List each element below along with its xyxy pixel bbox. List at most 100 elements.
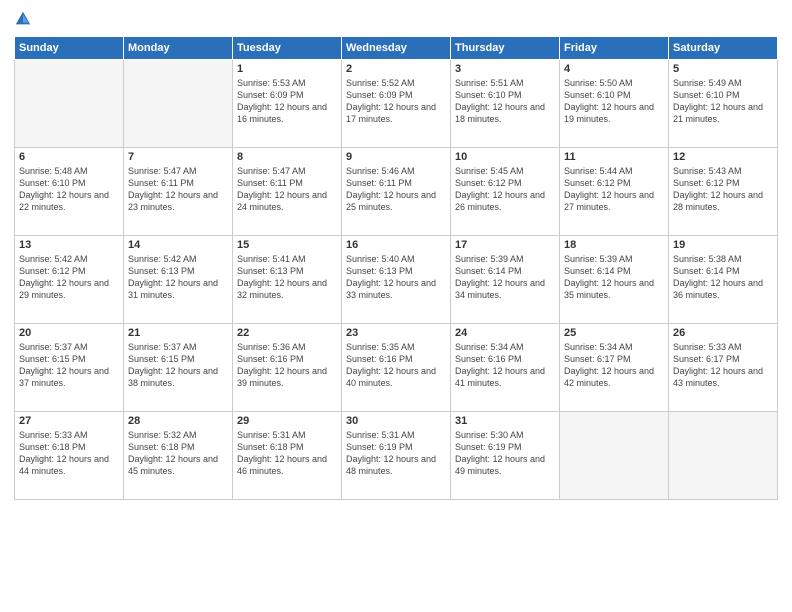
weekday-friday: Friday — [560, 37, 669, 60]
day-number: 20 — [19, 327, 119, 339]
calendar-body: 1 Sunrise: 5:53 AM Sunset: 6:09 PM Daylig… — [15, 60, 778, 500]
cell-info: Sunrise: 5:33 AM Sunset: 6:18 PM Dayligh… — [19, 429, 119, 478]
day-number: 30 — [346, 415, 446, 427]
week-row-1: 6 Sunrise: 5:48 AM Sunset: 6:10 PM Daylig… — [15, 148, 778, 236]
calendar-cell: 21 Sunrise: 5:37 AM Sunset: 6:15 PM Dayli… — [124, 324, 233, 412]
calendar-cell: 26 Sunrise: 5:33 AM Sunset: 6:17 PM Dayli… — [669, 324, 778, 412]
calendar-cell: 28 Sunrise: 5:32 AM Sunset: 6:18 PM Dayli… — [124, 412, 233, 500]
cell-info: Sunrise: 5:46 AM Sunset: 6:11 PM Dayligh… — [346, 165, 446, 214]
logo-icon — [14, 10, 32, 28]
calendar-cell: 27 Sunrise: 5:33 AM Sunset: 6:18 PM Dayli… — [15, 412, 124, 500]
day-number: 19 — [673, 239, 773, 251]
day-number: 5 — [673, 63, 773, 75]
calendar-cell: 5Sunrise: 5:49 AM Sunset: 6:10 PM Daylig… — [669, 60, 778, 148]
calendar-cell: 9Sunrise: 5:46 AM Sunset: 6:11 PM Daylig… — [342, 148, 451, 236]
calendar-cell: 20 Sunrise: 5:37 AM Sunset: 6:15 PM Dayli… — [15, 324, 124, 412]
day-number: 3 — [455, 63, 555, 75]
calendar-cell: 14 Sunrise: 5:42 AM Sunset: 6:13 PM Dayli… — [124, 236, 233, 324]
cell-info: Sunrise: 5:42 AM Sunset: 6:12 PM Dayligh… — [19, 253, 119, 302]
week-row-3: 20 Sunrise: 5:37 AM Sunset: 6:15 PM Dayli… — [15, 324, 778, 412]
weekday-monday: Monday — [124, 37, 233, 60]
day-number: 2 — [346, 63, 446, 75]
calendar-cell: 2 Sunrise: 5:52 AM Sunset: 6:09 PM Daylig… — [342, 60, 451, 148]
cell-info: Sunrise: 5:33 AM Sunset: 6:17 PM Dayligh… — [673, 341, 773, 390]
day-number: 21 — [128, 327, 228, 339]
calendar-cell: 17Sunrise: 5:39 AM Sunset: 6:14 PM Dayli… — [451, 236, 560, 324]
cell-info: Sunrise: 5:50 AM Sunset: 6:10 PM Dayligh… — [564, 77, 664, 126]
cell-info: Sunrise: 5:37 AM Sunset: 6:15 PM Dayligh… — [128, 341, 228, 390]
cell-info: Sunrise: 5:38 AM Sunset: 6:14 PM Dayligh… — [673, 253, 773, 302]
day-number: 1 — [237, 63, 337, 75]
day-number: 23 — [346, 327, 446, 339]
day-number: 16 — [346, 239, 446, 251]
weekday-tuesday: Tuesday — [233, 37, 342, 60]
cell-info: Sunrise: 5:32 AM Sunset: 6:18 PM Dayligh… — [128, 429, 228, 478]
cell-info: Sunrise: 5:51 AM Sunset: 6:10 PM Dayligh… — [455, 77, 555, 126]
cell-info: Sunrise: 5:31 AM Sunset: 6:18 PM Dayligh… — [237, 429, 337, 478]
cell-info: Sunrise: 5:36 AM Sunset: 6:16 PM Dayligh… — [237, 341, 337, 390]
weekday-header-row: SundayMondayTuesdayWednesdayThursdayFrid… — [15, 37, 778, 60]
day-number: 26 — [673, 327, 773, 339]
week-row-2: 13Sunrise: 5:42 AM Sunset: 6:12 PM Dayli… — [15, 236, 778, 324]
logo-area — [14, 10, 36, 28]
calendar-cell: 4Sunrise: 5:50 AM Sunset: 6:10 PM Daylig… — [560, 60, 669, 148]
day-number: 24 — [455, 327, 555, 339]
calendar-cell: 15 Sunrise: 5:41 AM Sunset: 6:13 PM Dayli… — [233, 236, 342, 324]
weekday-thursday: Thursday — [451, 37, 560, 60]
day-number: 25 — [564, 327, 664, 339]
cell-info: Sunrise: 5:45 AM Sunset: 6:12 PM Dayligh… — [455, 165, 555, 214]
day-number: 6 — [19, 151, 119, 163]
calendar-cell: 7 Sunrise: 5:47 AM Sunset: 6:11 PM Daylig… — [124, 148, 233, 236]
cell-info: Sunrise: 5:48 AM Sunset: 6:10 PM Dayligh… — [19, 165, 119, 214]
cell-info: Sunrise: 5:47 AM Sunset: 6:11 PM Dayligh… — [128, 165, 228, 214]
cell-info: Sunrise: 5:30 AM Sunset: 6:19 PM Dayligh… — [455, 429, 555, 478]
calendar-cell: 11Sunrise: 5:44 AM Sunset: 6:12 PM Dayli… — [560, 148, 669, 236]
day-number: 7 — [128, 151, 228, 163]
cell-info: Sunrise: 5:47 AM Sunset: 6:11 PM Dayligh… — [237, 165, 337, 214]
calendar-cell: 30 Sunrise: 5:31 AM Sunset: 6:19 PM Dayli… — [342, 412, 451, 500]
cell-info: Sunrise: 5:34 AM Sunset: 6:16 PM Dayligh… — [455, 341, 555, 390]
cell-info: Sunrise: 5:44 AM Sunset: 6:12 PM Dayligh… — [564, 165, 664, 214]
day-number: 14 — [128, 239, 228, 251]
day-number: 29 — [237, 415, 337, 427]
day-number: 22 — [237, 327, 337, 339]
calendar-cell — [560, 412, 669, 500]
calendar-cell: 18Sunrise: 5:39 AM Sunset: 6:14 PM Dayli… — [560, 236, 669, 324]
calendar-cell — [669, 412, 778, 500]
calendar-cell: 29 Sunrise: 5:31 AM Sunset: 6:18 PM Dayli… — [233, 412, 342, 500]
week-row-4: 27 Sunrise: 5:33 AM Sunset: 6:18 PM Dayli… — [15, 412, 778, 500]
cell-info: Sunrise: 5:35 AM Sunset: 6:16 PM Dayligh… — [346, 341, 446, 390]
cell-info: Sunrise: 5:34 AM Sunset: 6:17 PM Dayligh… — [564, 341, 664, 390]
day-number: 27 — [19, 415, 119, 427]
day-number: 31 — [455, 415, 555, 427]
page-header — [14, 10, 778, 28]
calendar-cell: 6 Sunrise: 5:48 AM Sunset: 6:10 PM Daylig… — [15, 148, 124, 236]
calendar-cell: 10 Sunrise: 5:45 AM Sunset: 6:12 PM Dayli… — [451, 148, 560, 236]
cell-info: Sunrise: 5:52 AM Sunset: 6:09 PM Dayligh… — [346, 77, 446, 126]
calendar-cell: 23 Sunrise: 5:35 AM Sunset: 6:16 PM Dayli… — [342, 324, 451, 412]
weekday-sunday: Sunday — [15, 37, 124, 60]
day-number: 18 — [564, 239, 664, 251]
calendar-cell: 1 Sunrise: 5:53 AM Sunset: 6:09 PM Daylig… — [233, 60, 342, 148]
cell-info: Sunrise: 5:31 AM Sunset: 6:19 PM Dayligh… — [346, 429, 446, 478]
calendar-cell: 16Sunrise: 5:40 AM Sunset: 6:13 PM Dayli… — [342, 236, 451, 324]
calendar-table: SundayMondayTuesdayWednesdayThursdayFrid… — [14, 36, 778, 500]
week-row-0: 1 Sunrise: 5:53 AM Sunset: 6:09 PM Daylig… — [15, 60, 778, 148]
calendar-cell: 19 Sunrise: 5:38 AM Sunset: 6:14 PM Dayli… — [669, 236, 778, 324]
cell-info: Sunrise: 5:43 AM Sunset: 6:12 PM Dayligh… — [673, 165, 773, 214]
cell-info: Sunrise: 5:42 AM Sunset: 6:13 PM Dayligh… — [128, 253, 228, 302]
day-number: 8 — [237, 151, 337, 163]
cell-info: Sunrise: 5:53 AM Sunset: 6:09 PM Dayligh… — [237, 77, 337, 126]
calendar-cell: 25 Sunrise: 5:34 AM Sunset: 6:17 PM Dayli… — [560, 324, 669, 412]
day-number: 17 — [455, 239, 555, 251]
calendar-cell: 8 Sunrise: 5:47 AM Sunset: 6:11 PM Daylig… — [233, 148, 342, 236]
day-number: 10 — [455, 151, 555, 163]
calendar-cell — [15, 60, 124, 148]
logo — [14, 10, 36, 28]
calendar-cell: 22 Sunrise: 5:36 AM Sunset: 6:16 PM Dayli… — [233, 324, 342, 412]
calendar-cell: 3 Sunrise: 5:51 AM Sunset: 6:10 PM Daylig… — [451, 60, 560, 148]
cell-info: Sunrise: 5:41 AM Sunset: 6:13 PM Dayligh… — [237, 253, 337, 302]
cell-info: Sunrise: 5:37 AM Sunset: 6:15 PM Dayligh… — [19, 341, 119, 390]
day-number: 28 — [128, 415, 228, 427]
day-number: 15 — [237, 239, 337, 251]
